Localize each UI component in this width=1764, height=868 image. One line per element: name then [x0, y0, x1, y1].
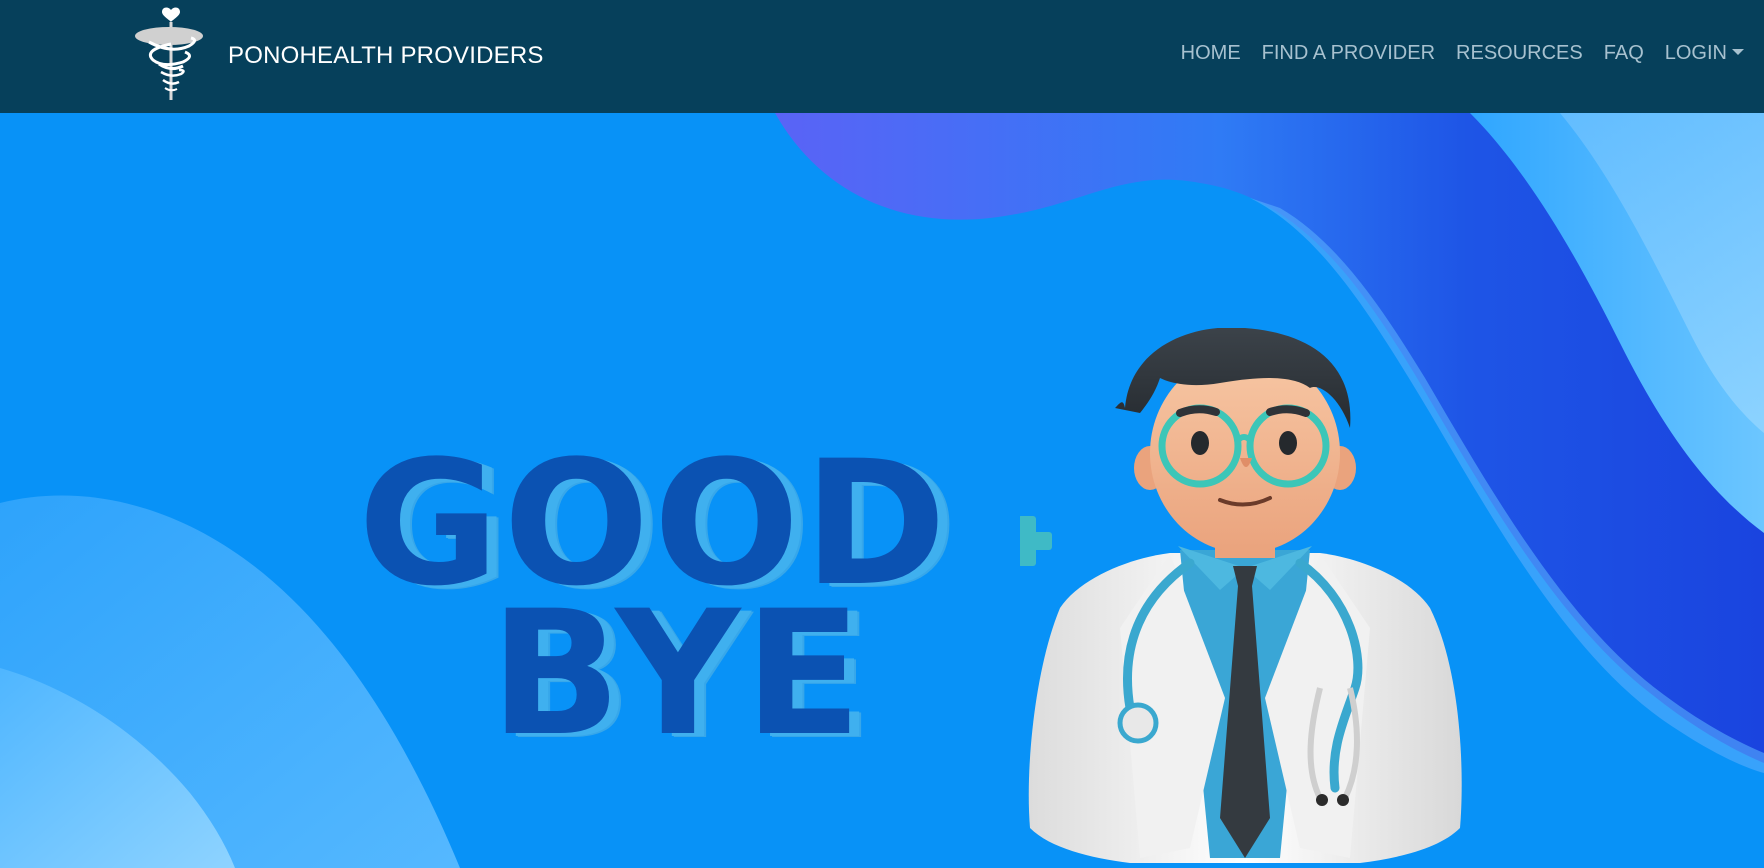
login-dropdown[interactable]: LOGIN [1665, 42, 1744, 65]
nav-resources-link[interactable]: RESOURCES [1456, 42, 1583, 65]
brand-name: PONOHEALTH PROVIDERS [228, 42, 544, 69]
nav-home-link[interactable]: HOME [1181, 42, 1241, 65]
nav-faq-link[interactable]: FAQ [1604, 42, 1644, 65]
hero-banner: GOOD BYE [0, 113, 1764, 868]
brand[interactable]: PONOHEALTH PROVIDERS [133, 6, 543, 102]
caduceus-heart-icon [135, 7, 203, 100]
nav-find-provider-link[interactable]: FIND A PROVIDER [1262, 42, 1435, 65]
goodbye-line-2: BYE [490, 573, 866, 774]
navbar: PONOHEALTH PROVIDERS HOME FIND A PROVIDE… [0, 0, 1764, 113]
doctor-illustration [1020, 328, 1462, 863]
medical-cross-icon [1020, 516, 1052, 566]
nav-links: HOME FIND A PROVIDER RESOURCES FAQ LOGIN [1181, 42, 1744, 65]
login-label: LOGIN [1664, 42, 1727, 64]
caret-down-icon [1732, 49, 1744, 55]
